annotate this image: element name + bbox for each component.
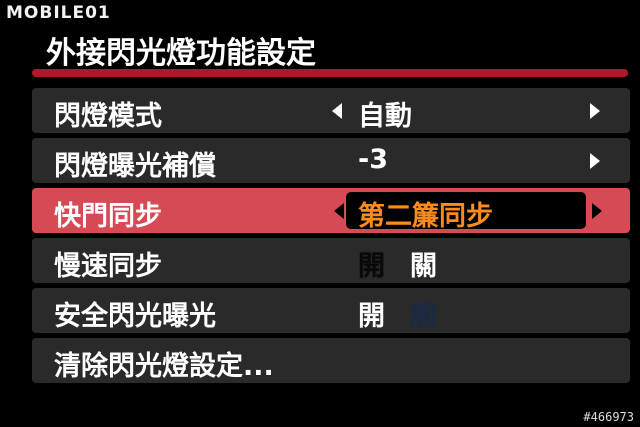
menu-item-slow-sync[interactable]: 慢速同步 開 關 xyxy=(32,238,630,283)
slow-sync-option-off[interactable]: 關 xyxy=(410,244,437,283)
page-title: 外接閃光燈功能設定 xyxy=(46,36,316,71)
shutter-sync-value: 第二簾同步 xyxy=(358,201,493,232)
arrow-left-icon[interactable] xyxy=(332,103,342,119)
safety-flash-option-off[interactable]: 關 xyxy=(410,294,437,333)
flash-exposure-comp-label: 閃燈曝光補償 xyxy=(54,151,216,182)
mobile01-watermark-logo: MOBILE01 xyxy=(6,3,111,23)
flash-mode-label: 閃燈模式 xyxy=(54,101,162,132)
flash-exposure-comp-value: -3 xyxy=(358,144,388,175)
flash-settings-menu: 閃燈模式 自動 閃燈曝光補償 -3 快門同步 第二簾同步 慢速同步 開 關 安全… xyxy=(32,88,630,388)
arrow-left-icon[interactable] xyxy=(334,203,344,219)
safety-flash-option-on[interactable]: 開 xyxy=(358,294,385,333)
title-underline xyxy=(32,69,628,77)
image-number: #466973 xyxy=(583,410,634,424)
clear-settings-label: 清除閃光燈設定... xyxy=(54,351,274,382)
menu-item-flash-mode[interactable]: 閃燈模式 自動 xyxy=(32,88,630,133)
slow-sync-option-on[interactable]: 開 xyxy=(358,244,385,283)
slow-sync-label: 慢速同步 xyxy=(54,251,162,282)
shutter-sync-value-box[interactable]: 第二簾同步 xyxy=(346,192,586,232)
menu-item-flash-exposure-comp[interactable]: 閃燈曝光補償 -3 xyxy=(32,138,630,183)
arrow-right-icon[interactable] xyxy=(590,153,600,169)
menu-item-shutter-sync[interactable]: 快門同步 第二簾同步 xyxy=(32,188,630,233)
safety-flash-label: 安全閃光曝光 xyxy=(54,301,216,332)
menu-item-safety-flash[interactable]: 安全閃光曝光 開 關 xyxy=(32,288,630,333)
flash-mode-value: 自動 xyxy=(358,101,412,132)
shutter-sync-label: 快門同步 xyxy=(54,201,162,232)
arrow-right-icon[interactable] xyxy=(592,203,602,219)
menu-item-clear-settings[interactable]: 清除閃光燈設定... xyxy=(32,338,630,383)
arrow-right-icon[interactable] xyxy=(590,103,600,119)
